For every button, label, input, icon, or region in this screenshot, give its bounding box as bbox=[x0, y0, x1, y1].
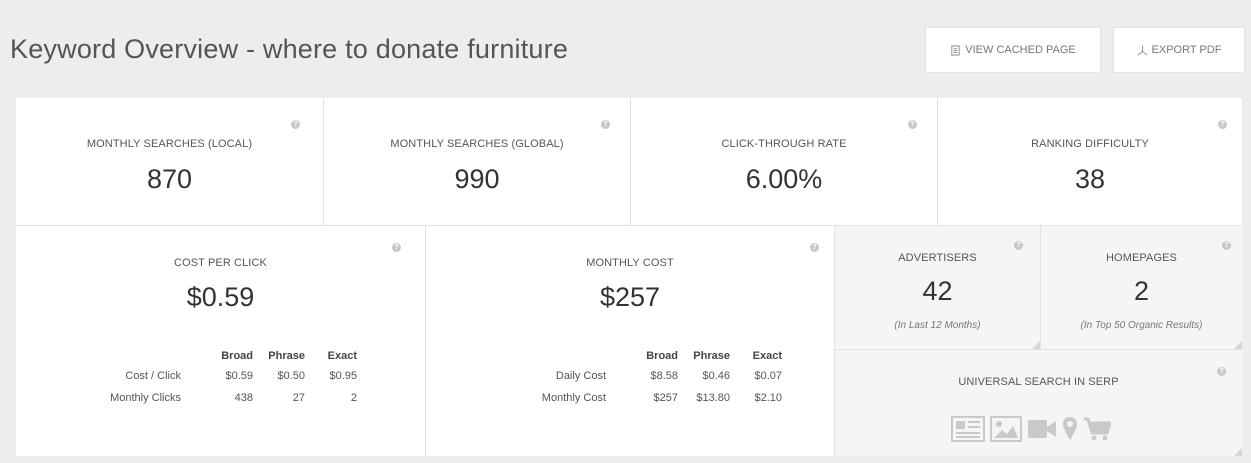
universal-search-card: ? UNIVERSAL SEARCH IN SERP bbox=[835, 350, 1242, 456]
click-through-rate-value: 6.00% bbox=[745, 164, 823, 194]
homepages-card: ? HOMEPAGES 2 (In Top 50 Organic Results… bbox=[1041, 226, 1242, 349]
advertisers-card: ? ADVERTISERS 42 (In Last 12 Months) bbox=[835, 226, 1040, 349]
table-cell: $257 bbox=[653, 392, 678, 404]
universal-search-label: UNIVERSAL SEARCH IN SERP bbox=[958, 376, 1119, 388]
help-icon[interactable]: ? bbox=[1222, 241, 1231, 250]
page-title: Keyword Overview - where to donate furni… bbox=[10, 34, 569, 64]
table-cell: $0.95 bbox=[329, 370, 357, 382]
row-label: Monthly Cost bbox=[541, 392, 606, 404]
table-row: Monthly Clicks 438 27 2 bbox=[91, 392, 357, 414]
table-cell: $2.10 bbox=[754, 392, 782, 404]
advertisers-label: ADVERTISERS bbox=[898, 252, 977, 264]
table-row: Monthly Cost $257 $13.80 $2.10 bbox=[516, 392, 782, 414]
table-cell: $0.59 bbox=[225, 370, 253, 382]
monthly-searches-local-card: ? MONTHLY SEARCHES (LOCAL) 870 bbox=[16, 98, 323, 225]
table-cell: $0.50 bbox=[277, 370, 305, 382]
ranking-difficulty-card: ? RANKING DIFFICULTY 38 bbox=[938, 98, 1242, 225]
row-label: Monthly Clicks bbox=[110, 392, 181, 404]
header: Keyword Overview - where to donate furni… bbox=[0, 0, 1251, 98]
cost-per-click-value: $0.59 bbox=[186, 282, 255, 312]
monthly-cost-value: $257 bbox=[599, 282, 661, 312]
homepages-note: (In Top 50 Organic Results) bbox=[1080, 320, 1203, 331]
table-cell: 27 bbox=[292, 392, 305, 404]
column-header: Exact bbox=[327, 350, 357, 362]
table-row: Daily Cost $8.58 $0.46 $0.07 bbox=[516, 370, 782, 392]
monthly-cost-card: ? MONTHLY COST $257 Broad Phrase Exact D… bbox=[426, 226, 834, 456]
shopping-cart-icon bbox=[1084, 417, 1111, 441]
table-cell: $13.80 bbox=[696, 392, 730, 404]
row-label: Cost / Click bbox=[125, 370, 181, 382]
expand-corner-icon[interactable] bbox=[1032, 341, 1040, 349]
help-icon[interactable]: ? bbox=[1014, 241, 1023, 250]
video-icon bbox=[1028, 420, 1056, 438]
serp-icons bbox=[951, 416, 1111, 442]
help-icon[interactable]: ? bbox=[908, 120, 917, 129]
ranking-difficulty-label: RANKING DIFFICULTY bbox=[1031, 138, 1149, 150]
news-icon bbox=[951, 416, 985, 442]
monthly-searches-global-card: ? MONTHLY SEARCHES (GLOBAL) 990 bbox=[324, 98, 630, 225]
click-through-rate-label: CLICK-THROUGH RATE bbox=[721, 138, 847, 150]
map-pin-icon bbox=[1063, 417, 1077, 440]
homepages-label: HOMEPAGES bbox=[1106, 252, 1177, 264]
table-row: Cost / Click $0.59 $0.50 $0.95 bbox=[91, 370, 357, 392]
ranking-difficulty-value: 38 bbox=[1074, 164, 1106, 194]
cost-per-click-label: COST PER CLICK bbox=[174, 257, 267, 269]
overview-panel: ? MONTHLY SEARCHES (LOCAL) 870 ? MONTHLY… bbox=[16, 98, 1242, 456]
view-cached-page-label: VIEW CACHED PAGE bbox=[965, 44, 1076, 56]
column-header: Exact bbox=[752, 350, 782, 362]
expand-corner-icon[interactable] bbox=[1234, 448, 1242, 456]
advertisers-note: (In Last 12 Months) bbox=[894, 320, 981, 331]
cost-per-click-card: ? COST PER CLICK $0.59 Broad Phrase Exac… bbox=[16, 226, 425, 456]
cost-per-click-table: Broad Phrase Exact Cost / Click $0.59 $0… bbox=[91, 350, 357, 414]
document-icon bbox=[951, 44, 960, 56]
image-icon bbox=[990, 416, 1022, 442]
pdf-icon bbox=[1137, 45, 1147, 55]
help-icon[interactable]: ? bbox=[1217, 367, 1226, 376]
export-pdf-label: EXPORT PDF bbox=[1151, 44, 1222, 56]
expand-corner-icon[interactable] bbox=[1234, 341, 1242, 349]
export-pdf-button[interactable]: EXPORT PDF bbox=[1113, 27, 1245, 73]
help-icon[interactable]: ? bbox=[1218, 120, 1227, 129]
row-label: Daily Cost bbox=[555, 370, 606, 382]
help-icon[interactable]: ? bbox=[392, 243, 401, 252]
table-cell: $0.07 bbox=[754, 370, 782, 382]
monthly-cost-table: Broad Phrase Exact Daily Cost $8.58 $0.4… bbox=[516, 350, 782, 414]
click-through-rate-card: ? CLICK-THROUGH RATE 6.00% bbox=[631, 98, 937, 225]
help-icon[interactable]: ? bbox=[601, 120, 610, 129]
table-cell: 2 bbox=[350, 392, 357, 404]
table-cell: 438 bbox=[234, 392, 253, 404]
homepages-value: 2 bbox=[1133, 276, 1150, 306]
monthly-searches-global-value: 990 bbox=[454, 164, 500, 194]
monthly-searches-global-label: MONTHLY SEARCHES (GLOBAL) bbox=[390, 138, 564, 150]
monthly-cost-label: MONTHLY COST bbox=[586, 257, 674, 269]
monthly-searches-local-label: MONTHLY SEARCHES (LOCAL) bbox=[86, 138, 253, 150]
help-icon[interactable]: ? bbox=[810, 243, 819, 252]
view-cached-page-button[interactable]: VIEW CACHED PAGE bbox=[925, 27, 1101, 73]
help-icon[interactable]: ? bbox=[291, 120, 300, 129]
column-header: Phrase bbox=[693, 350, 730, 362]
column-header: Broad bbox=[221, 350, 253, 362]
table-cell: $8.58 bbox=[650, 370, 678, 382]
column-header: Broad bbox=[646, 350, 678, 362]
advertisers-value: 42 bbox=[922, 276, 953, 306]
monthly-searches-local-value: 870 bbox=[146, 164, 193, 194]
table-cell: $0.46 bbox=[702, 370, 730, 382]
column-header: Phrase bbox=[268, 350, 305, 362]
